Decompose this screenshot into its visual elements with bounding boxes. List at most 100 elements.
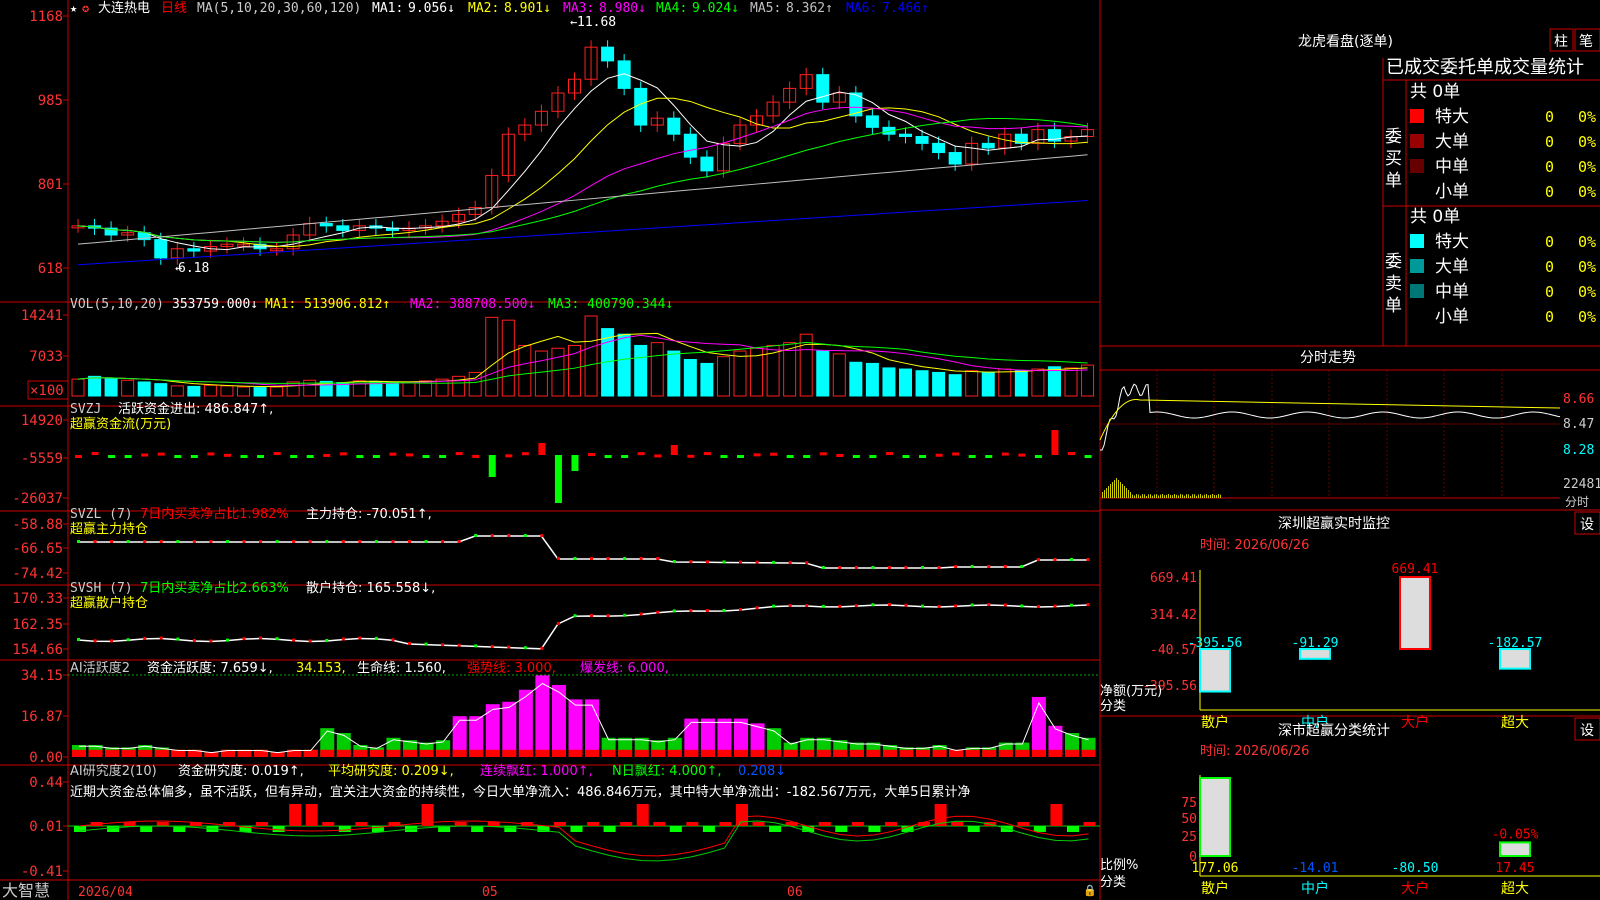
ai1-base xyxy=(700,749,715,757)
fenshi-p1: 8.66 xyxy=(1563,392,1594,407)
ai1-base xyxy=(88,749,103,757)
ai1-base xyxy=(601,749,616,757)
intraday-chart[interactable] xyxy=(1099,370,1561,498)
lock-icon[interactable]: 🔒 xyxy=(1083,884,1097,897)
svzj-bar xyxy=(753,453,761,457)
fenshi-vol-bar xyxy=(1212,494,1213,498)
fenshi-vol-bar xyxy=(1220,494,1221,498)
svsh-desc1: 7日内买卖净占比2.663% xyxy=(140,580,289,596)
ma-value: 8.362↑ xyxy=(786,1,833,16)
volume-bar xyxy=(137,381,151,397)
svzj-bar xyxy=(803,455,811,458)
fenshi-p3: 8.28 xyxy=(1563,443,1594,458)
y-tick-label: 801 xyxy=(38,177,63,193)
ai2-bar xyxy=(719,822,732,826)
fenshi-vol-bar xyxy=(1118,480,1119,498)
svsh-line xyxy=(77,603,1090,650)
svsh-dot xyxy=(788,603,792,607)
svzl-panel[interactable]: SVZL (7) 7日内买卖净占比1.982% 主力持仓: -70.051↑, … xyxy=(70,506,1090,569)
volume-bar xyxy=(948,374,962,397)
szc-value-label: -14.01 xyxy=(1292,861,1339,876)
svzj-panel[interactable]: SVZJ 活跃资金进出: 486.847↑, 超赢资金流(万元) xyxy=(70,401,1092,503)
y-tick-label: ×100 xyxy=(30,383,64,399)
svsh-dot xyxy=(126,638,130,642)
fenshi-vol-bar xyxy=(1154,494,1155,498)
ma-value: 7.466↑ xyxy=(882,1,929,16)
svsh-dot xyxy=(275,637,279,641)
order-total: 共 0单 xyxy=(1410,82,1460,102)
fenshi-vol-bar xyxy=(1138,494,1139,498)
sz-monitor-ylabel: 净额(万元) xyxy=(1100,684,1162,699)
szc-cat-label: 大户 xyxy=(1401,880,1429,897)
ai2-bar xyxy=(620,822,633,826)
svzj-bar xyxy=(207,452,215,456)
ai1-e: 爆发线: 6.000, xyxy=(580,660,669,676)
svzl-dot xyxy=(540,534,544,537)
svzl-dot xyxy=(424,540,428,543)
ai1-base xyxy=(866,749,881,757)
order-swatch xyxy=(1410,284,1424,298)
svsh-dot xyxy=(110,639,114,643)
svzj-bar xyxy=(571,455,579,471)
ai2-bar xyxy=(851,822,864,826)
ai2-bar xyxy=(487,822,500,826)
ai1-base xyxy=(353,749,368,757)
svsh-dot xyxy=(209,639,213,643)
ma-line xyxy=(77,154,1088,245)
ai1-base xyxy=(1031,749,1046,757)
svzj-bar xyxy=(968,455,976,458)
ai2-bar xyxy=(702,826,715,832)
svsh-dot xyxy=(358,636,362,640)
svzl-dot xyxy=(937,566,941,569)
ai2-bar xyxy=(636,804,649,826)
svzj-bar xyxy=(637,452,645,456)
ai2-comment: 近期大资金总体偏多，虽不活跃，但有异动，宜关注大资金的持续性，今日大单净流入：4… xyxy=(70,784,970,800)
ai2-bar xyxy=(1050,804,1063,826)
ai1-b: 34.153, xyxy=(296,661,346,676)
svsh-dot xyxy=(590,613,594,617)
fenshi-vol-bar xyxy=(1130,492,1131,498)
order-count: 0 xyxy=(1545,158,1554,176)
period-label[interactable]: 日线 xyxy=(161,1,187,16)
svzl-dot xyxy=(93,540,97,543)
y-tick-label: -26037 xyxy=(12,491,63,507)
ai2-bar xyxy=(355,822,368,826)
order-name: 大单 xyxy=(1435,132,1469,152)
ai1-base xyxy=(734,749,748,757)
order-swatch xyxy=(1410,109,1424,123)
svzl-dot xyxy=(590,557,594,560)
svzl-dot xyxy=(987,565,991,568)
y-tick-label: -66.65 xyxy=(12,541,63,557)
svsh-panel[interactable]: SVSH (7) 7日内买卖净占比2.663% 散户持仓: 165.558↓, … xyxy=(70,580,1090,650)
ai-research-panel[interactable]: AI研究度2(10) 资金研究度: 0.019↑, 平均研究度: 0.209↓,… xyxy=(68,763,1100,862)
svzj-bar xyxy=(1034,455,1042,458)
bookmark-icon[interactable]: ✪ xyxy=(82,1,89,15)
side-label: 委 xyxy=(1385,252,1402,272)
fenshi-price xyxy=(1099,383,1561,451)
volume-bar xyxy=(187,385,201,397)
ma-value: 9.024↓ xyxy=(692,1,739,16)
high-arrow: ← xyxy=(570,15,577,29)
ai2-bar xyxy=(553,822,566,826)
star-icon[interactable]: ★ xyxy=(70,1,77,15)
ai-activity-panel[interactable]: AI活跃度2 资金活跃度: 7.659↓, 34.153, 生命线: 1.560… xyxy=(68,660,1100,757)
y-tick-label: 1168 xyxy=(29,9,63,25)
szm-cat-label: 超大 xyxy=(1501,715,1529,731)
svsh-dot xyxy=(374,636,378,640)
ai1-base xyxy=(419,749,434,757)
fenshi-vol-bar xyxy=(1188,494,1189,498)
svsh-dot xyxy=(954,604,958,608)
candle-body xyxy=(932,142,946,154)
ai1-a: 资金活跃度: 7.659↓, xyxy=(147,660,273,676)
ai1-base xyxy=(800,749,815,757)
ma-value: 9.056↓ xyxy=(408,1,455,16)
price-panel[interactable]: ★ ✪ 大连热电 日线 MA(5,10,20,30,60,120) MA1: 9.… xyxy=(70,0,1095,276)
candle-body xyxy=(667,117,681,135)
volume-panel[interactable]: VOL(5,10,20) 353759.000↓ MA1: 513906.812… xyxy=(70,297,1095,397)
y-axis-ticks: 1168 985 801 618 14241 7033 ×100 14920 -5559 -260… xyxy=(12,9,69,880)
volume-bar xyxy=(485,316,499,397)
svzl-dot xyxy=(656,557,660,560)
volume-bar xyxy=(683,358,697,397)
svzj-bar xyxy=(703,452,711,456)
volume-bar xyxy=(965,370,979,397)
